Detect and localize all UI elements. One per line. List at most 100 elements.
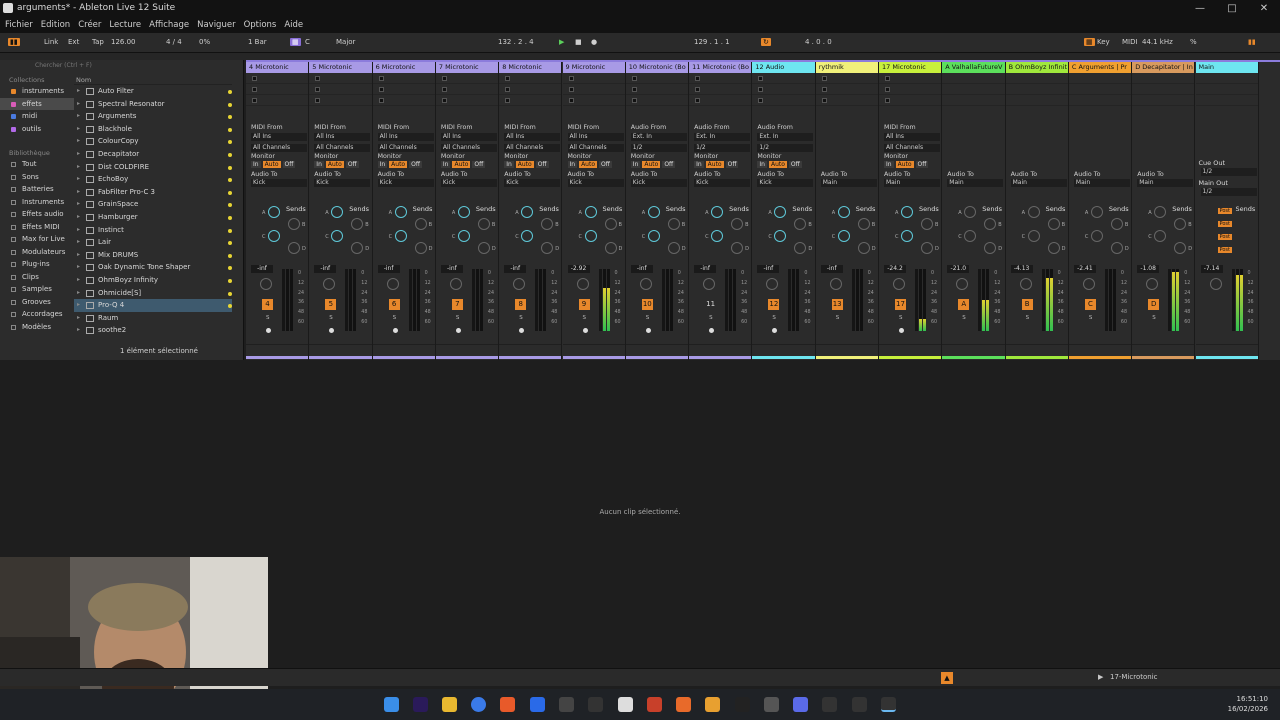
volume-fader[interactable] xyxy=(915,269,918,331)
send-knob-c[interactable] xyxy=(901,230,913,242)
monitor-in-button[interactable]: In xyxy=(377,161,388,168)
clip-stop-icon[interactable] xyxy=(378,87,384,92)
input-source-select[interactable]: Ext. In xyxy=(757,133,814,141)
clip-stop-icon[interactable] xyxy=(821,76,827,81)
monitor-off-button[interactable]: Off xyxy=(725,161,739,168)
browser-item[interactable]: ▸ Auto Filter xyxy=(74,85,232,98)
warning-icon[interactable]: ▲ xyxy=(941,672,953,684)
quantize-menu[interactable]: 1 Bar xyxy=(248,38,267,46)
library-audio-effects[interactable]: Effets audio xyxy=(0,208,74,221)
expand-arrow-icon[interactable]: ▸ xyxy=(77,135,80,148)
input-channel-select[interactable]: 1/2 xyxy=(757,144,814,152)
clip-stop-icon[interactable] xyxy=(378,98,384,103)
volume-fader[interactable] xyxy=(661,269,665,331)
browser-item[interactable]: ▸ Decapitator xyxy=(74,148,232,161)
clip-slot[interactable] xyxy=(309,95,372,106)
minimize-button[interactable]: — xyxy=(1184,3,1216,14)
volume-field[interactable]: -inf xyxy=(694,265,717,273)
browser-item[interactable]: ▸ Oak Dynamic Tone Shaper xyxy=(74,261,232,274)
monitor-off-button[interactable]: Off xyxy=(788,161,802,168)
volume-fader[interactable] xyxy=(471,269,475,331)
send-knob-d[interactable] xyxy=(921,242,933,254)
library-templates[interactable]: Modèles xyxy=(0,321,74,334)
collection-outils[interactable]: outils xyxy=(0,123,74,136)
volume-fader[interactable] xyxy=(345,269,349,331)
clip-slot[interactable] xyxy=(435,95,499,106)
clip-slot[interactable] xyxy=(1132,73,1195,84)
track-title[interactable]: 5 Microtonic xyxy=(309,62,372,73)
clip-stop-icon[interactable] xyxy=(505,98,511,103)
input-source-select[interactable]: All Ins xyxy=(884,133,940,141)
arm-button[interactable] xyxy=(772,328,778,333)
key-select[interactable]: C xyxy=(305,38,310,46)
input-channel-select[interactable]: All Channels xyxy=(314,144,371,152)
volume-fader[interactable] xyxy=(408,269,412,331)
menu-view[interactable]: Affichage xyxy=(149,20,189,30)
send-knob-c[interactable] xyxy=(457,230,470,242)
send-knob-a[interactable] xyxy=(1090,206,1103,218)
clip-slot[interactable] xyxy=(879,73,942,84)
send-knob-c[interactable] xyxy=(774,230,787,242)
premiere-icon[interactable] xyxy=(413,697,428,712)
browser-item[interactable]: ▸ Blackhole xyxy=(74,123,232,136)
expand-arrow-icon[interactable]: ▸ xyxy=(77,312,80,325)
clip-slot[interactable] xyxy=(1005,84,1068,95)
tap-button[interactable]: Tap xyxy=(92,38,104,46)
library-midi-effects[interactable]: Effets MIDI xyxy=(0,221,74,234)
input-source-select[interactable]: All Ins xyxy=(251,133,307,141)
key-map-icon[interactable]: ▦ xyxy=(1084,38,1095,46)
browser-item[interactable]: ▸ Pro-Q 4 xyxy=(74,299,232,312)
volume-fader[interactable] xyxy=(1231,269,1235,331)
clip-stop-icon[interactable] xyxy=(631,98,637,103)
monitor-auto-button[interactable]: Auto xyxy=(579,161,598,168)
track-activator-button[interactable]: 8 xyxy=(515,299,527,310)
chrome-icon[interactable] xyxy=(471,697,486,712)
output-select[interactable]: Kick xyxy=(694,179,751,187)
send-knob-c[interactable] xyxy=(1154,230,1167,242)
output-select[interactable]: Kick xyxy=(440,179,497,187)
browser-toggle-icon[interactable]: ▮▮ xyxy=(8,38,20,46)
clip-slot[interactable] xyxy=(1195,95,1258,106)
clip-slot[interactable] xyxy=(309,73,372,84)
clip-slot[interactable] xyxy=(752,95,815,106)
maximize-button[interactable]: □ xyxy=(1216,3,1248,14)
clip-slot[interactable] xyxy=(752,73,815,84)
send-knob-c[interactable] xyxy=(1090,230,1103,242)
monitor-in-button[interactable]: In xyxy=(630,161,641,168)
clip-slot[interactable] xyxy=(1195,73,1258,84)
post-button[interactable]: Post xyxy=(1217,221,1232,227)
clip-stop-icon[interactable] xyxy=(631,87,637,92)
arm-button[interactable] xyxy=(519,328,525,333)
send-knob-d[interactable] xyxy=(857,242,870,254)
clip-slot[interactable] xyxy=(625,95,689,106)
monitor-in-button[interactable]: In xyxy=(504,161,514,168)
solo-button[interactable]: S xyxy=(1152,315,1156,321)
send-knob-d[interactable] xyxy=(794,242,807,254)
clip-slot[interactable] xyxy=(942,95,1005,106)
send-knob-c[interactable] xyxy=(711,230,724,242)
clip-stop-icon[interactable] xyxy=(758,98,764,103)
clip-stop-icon[interactable] xyxy=(885,76,890,81)
clip-slot[interactable] xyxy=(372,73,435,84)
clip-stop-icon[interactable] xyxy=(441,98,447,103)
browser-item[interactable]: ▸ soothe2 xyxy=(74,324,232,337)
monitor-switch[interactable]: In Auto Off xyxy=(694,161,739,168)
clip-slot[interactable] xyxy=(879,84,942,95)
send-knob-d[interactable] xyxy=(414,242,427,254)
monitor-auto-button[interactable]: Auto xyxy=(642,161,661,168)
send-knob-a[interactable] xyxy=(1027,206,1040,218)
volume-field[interactable]: -21.0 xyxy=(947,265,970,273)
clip-stop-icon[interactable] xyxy=(378,76,384,81)
monitor-auto-button[interactable]: Auto xyxy=(262,161,281,168)
browser-item[interactable]: ▸ Lair xyxy=(74,236,232,249)
output-select[interactable]: Kick xyxy=(314,179,371,187)
send-knob-c[interactable] xyxy=(584,230,597,242)
solo-button[interactable]: S xyxy=(962,315,966,321)
clip-stop-icon[interactable] xyxy=(252,98,257,103)
monitor-off-button[interactable]: Off xyxy=(662,161,676,168)
key-map-button[interactable]: Key xyxy=(1097,38,1110,46)
clip-stop-icon[interactable] xyxy=(568,87,574,92)
track-activator-button[interactable]: 5 xyxy=(325,299,337,310)
arm-button[interactable] xyxy=(329,328,335,333)
output-select[interactable]: Kick xyxy=(251,179,307,187)
